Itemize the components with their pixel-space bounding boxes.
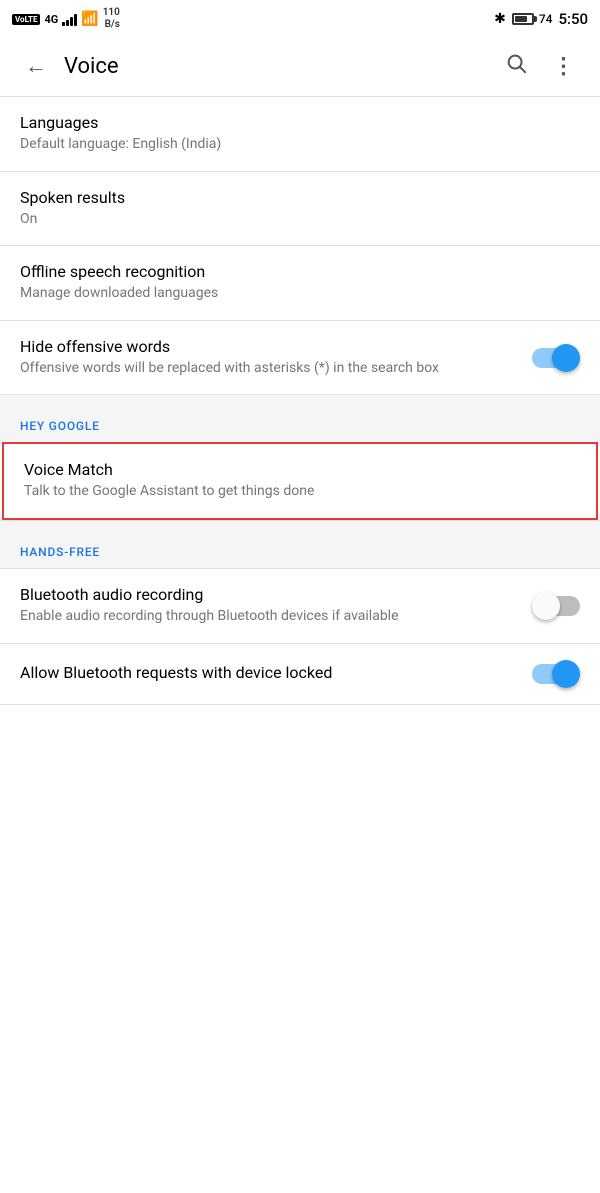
hey-google-section-header: HEY GOOGLE xyxy=(0,395,600,442)
offline-speech-setting[interactable]: Offline speech recognition Manage downlo… xyxy=(0,246,600,320)
hands-free-section-label: HANDS-FREE xyxy=(20,545,100,559)
status-left: VoLTE 4G 📶 110 B/s xyxy=(12,7,120,31)
toggle-thumb xyxy=(552,344,580,372)
voice-match-title: Voice Match xyxy=(24,460,560,479)
voice-match-content: Voice Match Talk to the Google Assistant… xyxy=(24,460,576,502)
hide-offensive-toggle[interactable] xyxy=(532,344,580,372)
bluetooth-recording-setting[interactable]: Bluetooth audio recording Enable audio r… xyxy=(0,569,600,643)
back-arrow-icon: ← xyxy=(25,53,47,79)
signal-strength: 4G xyxy=(44,13,58,26)
battery-icon xyxy=(512,13,534,25)
settings-list: Languages Default language: English (Ind… xyxy=(0,97,600,705)
bluetooth-recording-title: Bluetooth audio recording xyxy=(20,585,516,604)
search-button[interactable] xyxy=(496,46,536,86)
bluetooth-icon: ✱ xyxy=(494,11,506,27)
battery-percent: 74 xyxy=(539,12,553,26)
clock: 5:50 xyxy=(558,10,588,28)
languages-subtitle: Default language: English (India) xyxy=(20,135,564,155)
status-bar: VoLTE 4G 📶 110 B/s ✱ 74 5:50 xyxy=(0,0,600,36)
offline-speech-subtitle: Manage downloaded languages xyxy=(20,284,564,304)
hide-offensive-setting[interactable]: Hide offensive words Offensive words wil… xyxy=(0,321,600,395)
hey-google-section-label: HEY GOOGLE xyxy=(20,419,100,433)
search-icon xyxy=(505,52,527,80)
spoken-results-subtitle: On xyxy=(20,210,564,230)
divider-8 xyxy=(0,704,600,705)
network-speed: 110 B/s xyxy=(103,7,120,31)
more-options-icon: ⋮ xyxy=(553,54,576,79)
battery-fill xyxy=(515,16,527,22)
back-button[interactable]: ← xyxy=(16,46,56,86)
voice-match-subtitle: Talk to the Google Assistant to get thin… xyxy=(24,482,560,502)
status-right: ✱ 74 5:50 xyxy=(494,10,588,28)
bluetooth-recording-subtitle: Enable audio recording through Bluetooth… xyxy=(20,607,516,627)
bluetooth-locked-toggle[interactable] xyxy=(532,660,580,688)
languages-setting[interactable]: Languages Default language: English (Ind… xyxy=(0,97,600,171)
page-title: Voice xyxy=(64,54,496,79)
languages-title: Languages xyxy=(20,113,564,132)
spoken-results-setting[interactable]: Spoken results On xyxy=(0,172,600,246)
volte-badge: VoLTE xyxy=(12,14,40,25)
app-bar: ← Voice ⋮ xyxy=(0,36,600,96)
hands-free-section-header: HANDS-FREE xyxy=(0,521,600,568)
languages-content: Languages Default language: English (Ind… xyxy=(20,113,580,155)
wifi-icon: 📶 xyxy=(81,11,98,27)
bluetooth-recording-content: Bluetooth audio recording Enable audio r… xyxy=(20,585,532,627)
toggle-thumb-btl xyxy=(552,660,580,688)
toggle-thumb-bt xyxy=(532,592,560,620)
bluetooth-recording-toggle[interactable] xyxy=(532,592,580,620)
spoken-results-title: Spoken results xyxy=(20,188,564,207)
offline-speech-title: Offline speech recognition xyxy=(20,262,564,281)
hide-offensive-content: Hide offensive words Offensive words wil… xyxy=(20,337,532,379)
bluetooth-locked-setting[interactable]: Allow Bluetooth requests with device loc… xyxy=(0,644,600,704)
hide-offensive-subtitle: Offensive words will be replaced with as… xyxy=(20,359,516,379)
voice-match-setting[interactable]: Voice Match Talk to the Google Assistant… xyxy=(2,442,598,520)
bluetooth-locked-title: Allow Bluetooth requests with device loc… xyxy=(20,663,516,682)
hide-offensive-title: Hide offensive words xyxy=(20,337,516,356)
more-options-button[interactable]: ⋮ xyxy=(544,46,584,86)
spoken-results-content: Spoken results On xyxy=(20,188,580,230)
app-bar-actions: ⋮ xyxy=(496,46,584,86)
battery-container: 74 xyxy=(512,12,553,26)
signal-bars xyxy=(62,12,77,26)
bluetooth-locked-content: Allow Bluetooth requests with device loc… xyxy=(20,663,532,685)
offline-speech-content: Offline speech recognition Manage downlo… xyxy=(20,262,580,304)
